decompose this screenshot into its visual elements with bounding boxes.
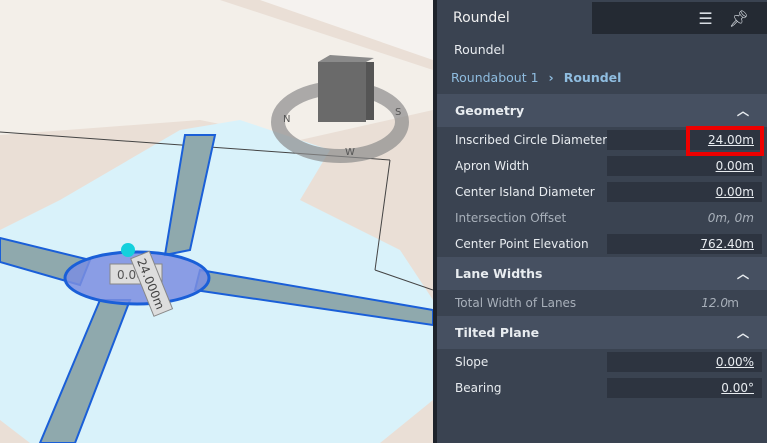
menu-icon[interactable]: ☰ — [698, 9, 712, 28]
breadcrumb: Roundabout 1 › Roundel — [437, 64, 767, 94]
chevron-right-icon: › — [548, 70, 554, 85]
section-lane-widths[interactable]: Lane Widths ︿ — [437, 257, 767, 290]
panel-tab[interactable]: Roundel — [437, 0, 592, 32]
inscribed-diameter-field[interactable]: 24.00m — [607, 130, 762, 150]
center-island-field[interactable]: 0.00m — [607, 182, 762, 202]
chevron-up-icon[interactable]: ︿ — [737, 324, 749, 341]
apron-width-field[interactable]: 0.00m — [607, 156, 762, 176]
row-intersection-offset: Intersection Offset 0m, 0m — [437, 205, 767, 231]
row-bearing: Bearing 0.00° — [437, 375, 767, 401]
svg-text:S: S — [395, 107, 401, 118]
row-total-width: Total Width of Lanes 12.0 m — [437, 290, 767, 316]
breadcrumb-current: Roundel — [563, 70, 622, 85]
elevation-field[interactable]: 762.40m — [607, 234, 762, 254]
section-title: Lane Widths — [455, 266, 543, 281]
viewcube[interactable] — [318, 55, 374, 122]
section-title: Tilted Plane — [455, 325, 540, 340]
slope-field[interactable]: 0.00% — [607, 352, 762, 372]
chevron-up-icon[interactable]: ︿ — [737, 265, 749, 282]
pin-icon[interactable]: 📌︎ — [729, 9, 749, 28]
section-title: Geometry — [455, 103, 525, 118]
breadcrumb-parent[interactable]: Roundabout 1 — [451, 70, 539, 88]
row-center-point-elevation: Center Point Elevation 762.40m — [437, 231, 767, 257]
row-center-island-diameter: Center Island Diameter 0.00m — [437, 179, 767, 205]
grip-handle[interactable] — [121, 243, 135, 257]
svg-text:N: N — [283, 114, 290, 125]
section-tilted-plane[interactable]: Tilted Plane ︿ — [437, 316, 767, 349]
properties-panel: Roundel ☰ 📌︎ Roundel Roundabout 1 › Roun… — [437, 0, 767, 443]
row-apron-width: Apron Width 0.00m — [437, 153, 767, 179]
section-geometry[interactable]: Geometry ︿ — [437, 94, 767, 127]
bearing-field[interactable]: 0.00° — [607, 378, 762, 398]
row-slope: Slope 0.00% — [437, 349, 767, 375]
chevron-up-icon[interactable]: ︿ — [737, 102, 749, 119]
svg-text:W: W — [345, 147, 355, 158]
row-inscribed-circle-diameter: Inscribed Circle Diameter 24.00m — [437, 127, 767, 153]
object-title: Roundel — [454, 42, 505, 57]
intersection-offset-value: 0m, 0m — [707, 211, 754, 225]
3d-viewport[interactable]: N S W 0.00m 24.000m — [0, 0, 433, 443]
unit: m — [727, 296, 739, 310]
